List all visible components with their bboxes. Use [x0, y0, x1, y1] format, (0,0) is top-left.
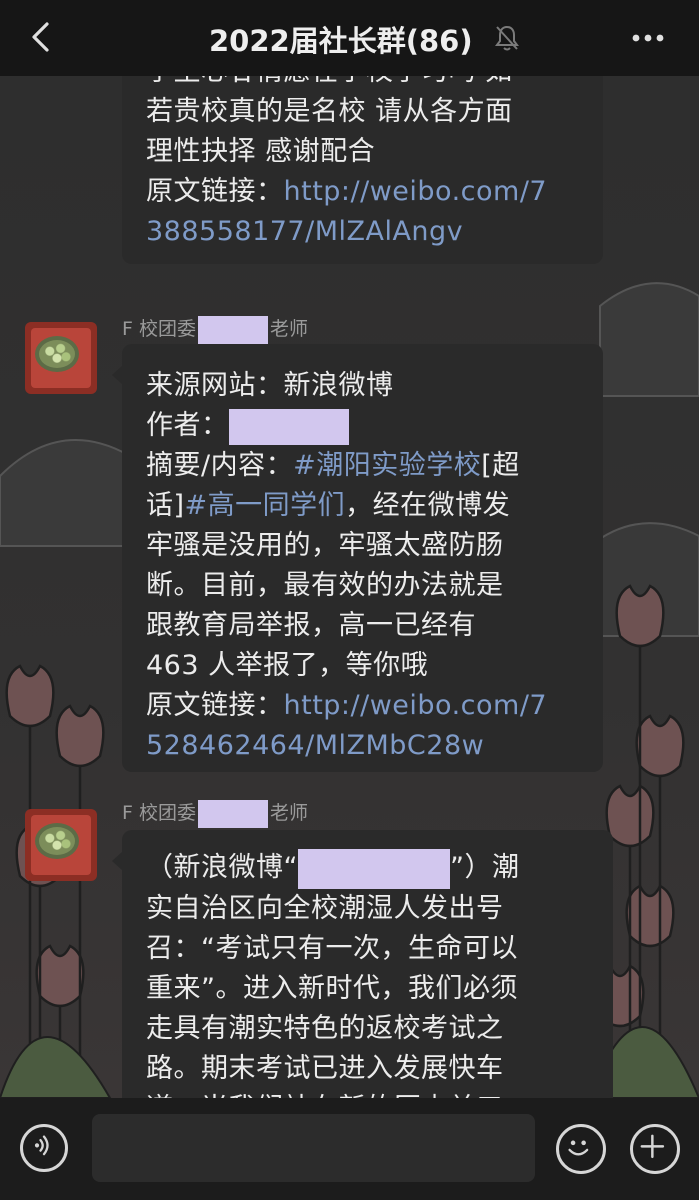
- sender-name: F 校团委 老师: [122, 314, 308, 344]
- link-line: 原文链接：http://weibo.com/7: [146, 686, 603, 726]
- chevron-left-icon[interactable]: [30, 22, 50, 52]
- summary-text: [超: [481, 450, 520, 481]
- redaction-box: [298, 848, 450, 889]
- link-line: 原文链接：http://weibo.com/7: [146, 172, 603, 212]
- sender-suffix: 老师: [269, 802, 308, 824]
- weibo-link[interactable]: http://weibo.com/7: [284, 176, 548, 207]
- plus-icon[interactable]: [630, 1124, 680, 1174]
- sender-prefix: F 校团委: [122, 802, 196, 824]
- message-text-line: 牢骚是没用的，牢骚太盛防肠: [146, 530, 504, 561]
- summary-text: 话]: [146, 490, 185, 521]
- topic-tag[interactable]: #高一同学们: [185, 490, 346, 521]
- message-text-line: 463 人举报了，等你哦: [146, 650, 429, 681]
- avatar-food-image: [39, 827, 75, 855]
- message-text-line: 学生心甘情愿在学校学习吗 如: [146, 76, 603, 92]
- weibo-link[interactable]: 528462464/MlZMbC28w: [146, 726, 603, 766]
- link-label: 原文链接：: [146, 690, 284, 721]
- topic-tag[interactable]: #潮阳实验学校: [293, 450, 481, 481]
- chat-title: 2022届社长群(86): [209, 24, 473, 58]
- summary-text: ，经在微博发: [345, 490, 511, 521]
- summary-label: 摘要/内容：: [146, 450, 294, 481]
- avatar-food-image: [39, 340, 75, 368]
- message-text-line: 理性抉择 感谢配合: [146, 136, 376, 167]
- source-line: 来源网站：新浪微博: [146, 370, 394, 401]
- message-text: ”）潮: [450, 852, 520, 883]
- message-text-line: 召：“考试只有一次，生命可以: [146, 932, 518, 964]
- message-text-line: 若贵校真的是名校 请从各方面: [146, 96, 513, 127]
- avatar[interactable]: [25, 809, 97, 881]
- message-text-line: 走具有潮实特色的返校考试之: [146, 1012, 504, 1044]
- redaction-box: [228, 408, 349, 445]
- message-input[interactable]: [92, 1114, 535, 1182]
- bubble-tail: [112, 852, 122, 870]
- input-bar: [0, 1098, 699, 1200]
- emoji-icon[interactable]: [556, 1124, 606, 1174]
- more-dots-icon[interactable]: [630, 20, 666, 56]
- message-bubble-2[interactable]: 来源网站：新浪微博 作者： 摘要/内容：#潮阳实验学校[超 话]#高一同学们，经…: [122, 344, 603, 772]
- sender-prefix: F 校团委: [122, 318, 196, 340]
- chat-header: 2022届社长群(86): [0, 0, 699, 76]
- message-text-line: （新浪微博“ ”）潮: [146, 848, 613, 889]
- redaction-box: [197, 315, 268, 344]
- message-text-line: 断。目前，最有效的办法就是: [146, 570, 504, 601]
- sender-suffix: 老师: [269, 318, 308, 340]
- message-text-line: 重来”。进入新时代，我们必须: [146, 972, 518, 1004]
- message-text: （新浪微博“: [146, 852, 298, 883]
- message-text-line: 道，当我们站在新的历史关口: [146, 1089, 613, 1099]
- message-bubble-1[interactable]: 学生心甘情愿在学校学习吗 如 若贵校真的是名校 请从各方面 理性抉择 感谢配合 …: [122, 76, 603, 264]
- sender-name: F 校团委 老师: [122, 798, 308, 828]
- weibo-link[interactable]: 388558177/MlZAlAngv: [146, 212, 603, 252]
- bell-slash-icon: [495, 25, 519, 51]
- avatar[interactable]: [25, 322, 97, 394]
- bubble-tail: [112, 366, 122, 384]
- author-line: 作者：: [146, 406, 603, 446]
- redaction-box: [197, 799, 268, 828]
- message-text-line: 跟教育局举报，高一已经有: [146, 610, 476, 641]
- message-text-line: 话]#高一同学们，经在微博发: [146, 486, 603, 526]
- message-text-line: 路。期末考试已进入发展快车: [146, 1052, 504, 1084]
- voice-icon[interactable]: [20, 1124, 68, 1172]
- weibo-link[interactable]: http://weibo.com/7: [284, 690, 548, 721]
- summary-line: 摘要/内容：#潮阳实验学校[超: [146, 446, 603, 486]
- chat-area[interactable]: 学生心甘情愿在学校学习吗 如 若贵校真的是名校 请从各方面 理性抉择 感谢配合 …: [0, 76, 699, 1098]
- message-text-line: 实自治区向全校潮湿人发出号: [146, 892, 504, 924]
- link-label: 原文链接：: [146, 176, 284, 207]
- message-bubble-3[interactable]: （新浪微博“ ”）潮 实自治区向全校潮湿人发出号 召：“考试只有一次，生命可以 重…: [122, 830, 613, 1098]
- author-label: 作者：: [146, 410, 229, 441]
